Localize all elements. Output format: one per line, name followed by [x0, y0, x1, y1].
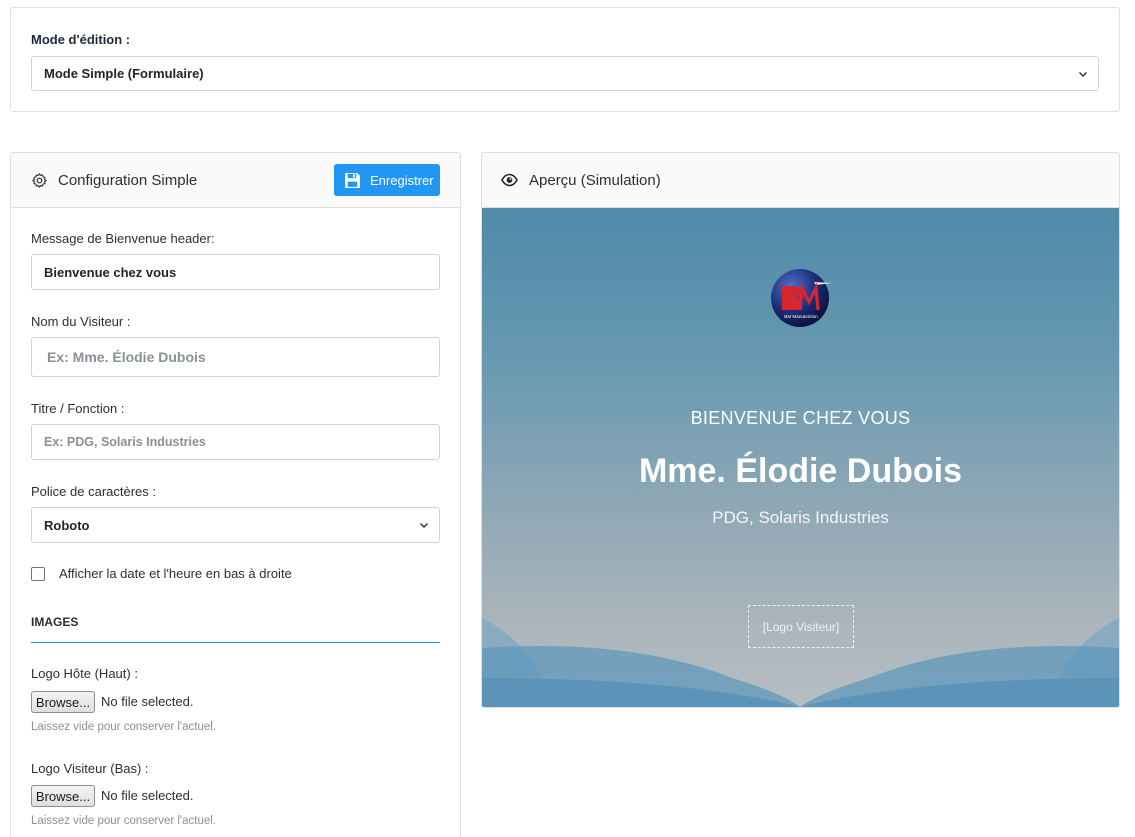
preview-header: Aperçu (Simulation) [482, 153, 1119, 208]
preview-panel: Aperçu (Simulation) BM Manutention BIENV… [481, 152, 1120, 708]
font-label: Police de caractères : [31, 484, 157, 499]
datetime-checkbox[interactable] [31, 567, 45, 581]
visitor-name-input[interactable]: Ex: Mme. Élodie Dubois [31, 337, 440, 377]
images-section-divider [31, 642, 440, 643]
font-selected: Roboto [44, 517, 90, 533]
floppy-disk-icon [345, 172, 360, 188]
datetime-checkbox-label: Afficher la date et l'heure en bas à dro… [59, 566, 292, 581]
welcome-message-value: Bienvenue chez vous [44, 264, 177, 280]
preview-welcome-text: BIENVENUE CHEZ VOUS [690, 408, 911, 428]
preview-visitor-logo-placeholder: [Logo Visiteur] [748, 605, 854, 648]
edit-mode-selected: Mode Simple (Formulaire) [44, 66, 204, 81]
preview-screen: BM Manutention BIENVENUE CHEZ VOUS Mme. … [482, 208, 1119, 707]
save-button-label: Enregistrer [370, 172, 434, 188]
config-title: Configuration Simple [58, 172, 198, 189]
eye-icon [501, 173, 518, 187]
visitor-logo-label: Logo Visiteur (Bas) : [31, 761, 149, 776]
host-logo-icon: BM Manutention [771, 269, 832, 327]
config-header: Configuration Simple Enregistrer [11, 153, 460, 208]
chevron-down-icon [419, 522, 429, 529]
welcome-message-label: Message de Bienvenue header: [31, 231, 215, 246]
edit-mode-select[interactable]: Mode Simple (Formulaire) [31, 56, 1099, 91]
visitor-title-input[interactable]: Ex: PDG, Solaris Industries [31, 424, 440, 460]
images-section-title: IMAGES [31, 615, 79, 629]
host-logo-browse-button[interactable]: Browse... [31, 691, 95, 713]
config-panel: Configuration Simple Enregistrer Message… [10, 152, 461, 837]
edit-mode-card: Mode d'édition : Mode Simple (Formulaire… [10, 7, 1120, 112]
visitor-title-label: Titre / Fonction : [31, 401, 125, 416]
chevron-down-icon [1078, 71, 1088, 77]
visitor-name-placeholder: Ex: Mme. Élodie Dubois [47, 349, 206, 365]
edit-mode-label: Mode d'édition : [31, 32, 131, 47]
visitor-name-label: Nom du Visiteur : [31, 314, 131, 329]
save-button[interactable]: Enregistrer [334, 164, 440, 196]
host-logo-text: BM Manutention [784, 314, 818, 319]
host-logo-file-status: No file selected. [101, 694, 194, 709]
welcome-message-input[interactable]: Bienvenue chez vous [31, 254, 440, 290]
preview-visitor-title: PDG, Solaris Industries [712, 508, 889, 527]
visitor-logo-browse-button[interactable]: Browse... [31, 785, 95, 807]
visitor-title-placeholder: Ex: PDG, Solaris Industries [44, 435, 206, 449]
host-logo-help: Laissez vide pour conserver l'actuel. [31, 721, 217, 733]
preview-title: Aperçu (Simulation) [529, 172, 661, 189]
visitor-logo-help: Laissez vide pour conserver l'actuel. [31, 815, 217, 827]
visitor-logo-file-status: No file selected. [101, 788, 194, 803]
font-select[interactable]: Roboto [31, 507, 440, 543]
gear-icon [32, 173, 47, 188]
host-logo-label: Logo Hôte (Haut) : [31, 666, 138, 681]
preview-visitor-name: Mme. Élodie Dubois [638, 452, 963, 490]
